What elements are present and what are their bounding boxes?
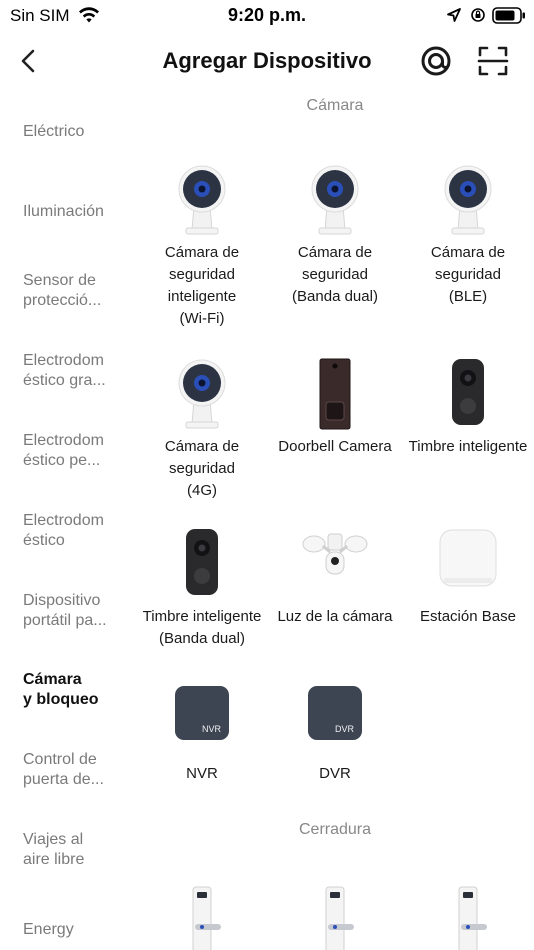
- sidebar-item-camara-bloqueo[interactable]: Cámara y bloqueo: [23, 670, 135, 710]
- nearby-scan-button[interactable]: [419, 44, 453, 78]
- device-tile[interactable]: NVR NVR: [136, 685, 268, 785]
- sidebar-item-electrico[interactable]: Eléctrico: [23, 122, 135, 142]
- rotation-lock-icon: [471, 8, 485, 22]
- door-lock-icon: [402, 886, 534, 950]
- floodlight-camera-icon: [269, 528, 401, 606]
- device-tile[interactable]: Estación Base: [402, 528, 534, 628]
- category-sidebar: Eléctrico Iluminación Sensor de protecci…: [0, 90, 136, 950]
- device-tile[interactable]: [402, 886, 534, 950]
- device-name: NVR: [186, 765, 218, 782]
- device-tile[interactable]: Cámara de seguridad (Banda dual): [269, 164, 401, 308]
- sidebar-item-electrodomestico-grande[interactable]: Electrodom éstico gra...: [23, 351, 135, 391]
- page-title: Agregar Dispositivo: [162, 48, 372, 73]
- sidebar-item-iluminacion[interactable]: Iluminación: [23, 202, 135, 222]
- nvr-icon: NVR: [136, 685, 268, 763]
- section-title-cerradura: Cerradura: [298, 821, 372, 838]
- smart-doorbell-icon: [402, 358, 534, 436]
- back-button[interactable]: [14, 44, 44, 78]
- device-tile[interactable]: [269, 886, 401, 950]
- device-name: Cámara de seguridad (Banda dual): [292, 244, 378, 305]
- device-name: Cámara de seguridad (4G): [164, 438, 240, 499]
- base-station-icon: [402, 528, 534, 606]
- sidebar-item-electrodomestico-pequeno[interactable]: Electrodom éstico pe...: [23, 431, 135, 471]
- dvr-icon: DVR: [269, 685, 401, 763]
- device-tile[interactable]: Cámara de seguridad (BLE): [402, 164, 534, 308]
- security-camera-icon: [402, 164, 534, 242]
- sidebar-item-energy[interactable]: Energy: [23, 920, 135, 940]
- device-name: Timbre inteligente (Banda dual): [142, 608, 262, 647]
- device-tile[interactable]: Doorbell Camera: [269, 358, 401, 458]
- dvr-badge: DVR: [335, 724, 355, 734]
- smart-doorbell-icon: [136, 528, 268, 606]
- device-tile[interactable]: Cámara de seguridad (4G): [136, 358, 268, 502]
- battery-icon: [492, 7, 525, 24]
- device-name: Estación Base: [420, 608, 516, 625]
- door-lock-icon: [269, 886, 401, 950]
- device-tile[interactable]: Luz de la cámara: [269, 528, 401, 628]
- doorbell-camera-icon: [269, 358, 401, 436]
- device-name: Doorbell Camera: [278, 438, 392, 455]
- security-camera-icon: [136, 164, 268, 242]
- section-title-camara: Cámara: [306, 97, 364, 114]
- qr-scan-button[interactable]: [476, 44, 510, 78]
- sidebar-item-electrodomestico[interactable]: Electrodom éstico: [23, 511, 135, 551]
- sidebar-item-viajes[interactable]: Viajes al aire libre: [23, 830, 135, 870]
- device-tile[interactable]: Timbre inteligente: [402, 358, 534, 458]
- device-list: Cámara Cámara de seguridad inteligente (…: [136, 86, 534, 950]
- device-tile[interactable]: Cámara de seguridad inteligente (Wi-Fi): [136, 164, 268, 330]
- location-arrow-icon: [447, 8, 461, 22]
- device-tile[interactable]: Timbre inteligente (Banda dual): [136, 528, 268, 650]
- sidebar-item-control-puerta[interactable]: Control de puerta de...: [23, 750, 135, 790]
- device-tile[interactable]: DVR DVR: [269, 685, 401, 785]
- security-camera-icon: [269, 164, 401, 242]
- device-name: DVR: [319, 765, 351, 782]
- device-tile[interactable]: [136, 886, 268, 950]
- nvr-badge: NVR: [202, 724, 222, 734]
- status-bar: Sin SIM 9:20 p.m.: [0, 0, 534, 32]
- device-name: Luz de la cámara: [277, 608, 393, 625]
- sidebar-item-dispositivo-portatil[interactable]: Dispositivo portátil pa...: [23, 591, 135, 631]
- sidebar-item-sensor[interactable]: Sensor de protecció...: [23, 271, 135, 311]
- device-name: Cámara de seguridad inteligente (Wi-Fi): [164, 244, 240, 327]
- door-lock-icon: [136, 886, 268, 950]
- device-name: Cámara de seguridad (BLE): [430, 244, 506, 305]
- device-name: Timbre inteligente: [408, 438, 528, 455]
- security-camera-icon: [136, 358, 268, 436]
- nav-bar: Agregar Dispositivo: [0, 36, 534, 86]
